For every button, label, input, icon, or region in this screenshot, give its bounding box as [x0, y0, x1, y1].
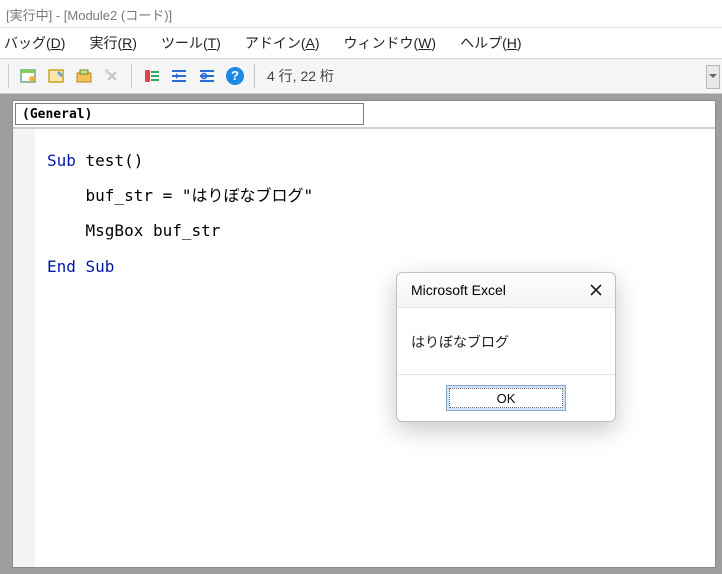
svg-text:?: ?: [231, 68, 239, 83]
outdent-icon[interactable]: [196, 65, 218, 87]
window-title: [実行中] - [Module2 (コード)]: [0, 0, 722, 28]
menu-help[interactable]: ヘルプ(H): [460, 33, 521, 53]
toolbar-overflow-icon[interactable]: [706, 65, 720, 89]
toolbox-icon[interactable]: [73, 65, 95, 87]
menu-tools[interactable]: ツール(T): [161, 33, 221, 53]
menu-bar: バッグ(D) 実行(R) ツール(T) アドイン(A) ウィンドウ(W) ヘルプ…: [0, 28, 722, 58]
close-icon[interactable]: [587, 281, 605, 299]
msgbox-dialog: Microsoft Excel はりぼなブログ OK: [396, 272, 616, 422]
keyword-sub: Sub: [47, 151, 76, 170]
dialog-title: Microsoft Excel: [411, 282, 506, 298]
toolbar: ? 4 行, 22 桁: [0, 58, 722, 94]
ok-button[interactable]: OK: [446, 385, 566, 411]
menu-window[interactable]: ウィンドウ(W): [344, 33, 437, 53]
menu-addins[interactable]: アドイン(A): [245, 33, 320, 53]
cursor-position-label: 4 行, 22 桁: [267, 66, 334, 86]
dialog-titlebar[interactable]: Microsoft Excel: [397, 273, 615, 308]
dialog-message: はりぼなブログ: [397, 308, 615, 374]
toolbar-separator: [131, 64, 132, 88]
keyword-end-sub: End Sub: [47, 257, 114, 276]
properties-window-icon[interactable]: [45, 65, 67, 87]
toolbar-separator: [8, 64, 9, 88]
dialog-footer: OK: [397, 374, 615, 421]
object-procedure-bar: (General): [13, 101, 715, 129]
tools-icon[interactable]: [101, 65, 123, 87]
toolbar-separator: [254, 64, 255, 88]
project-explorer-icon[interactable]: [17, 65, 39, 87]
indent-icon[interactable]: [168, 65, 190, 87]
help-icon[interactable]: ?: [224, 65, 246, 87]
menu-debug[interactable]: バッグ(D): [4, 33, 65, 53]
menu-run[interactable]: 実行(R): [89, 33, 136, 53]
object-dropdown[interactable]: (General): [15, 103, 364, 125]
bookmark-icon[interactable]: [140, 65, 162, 87]
